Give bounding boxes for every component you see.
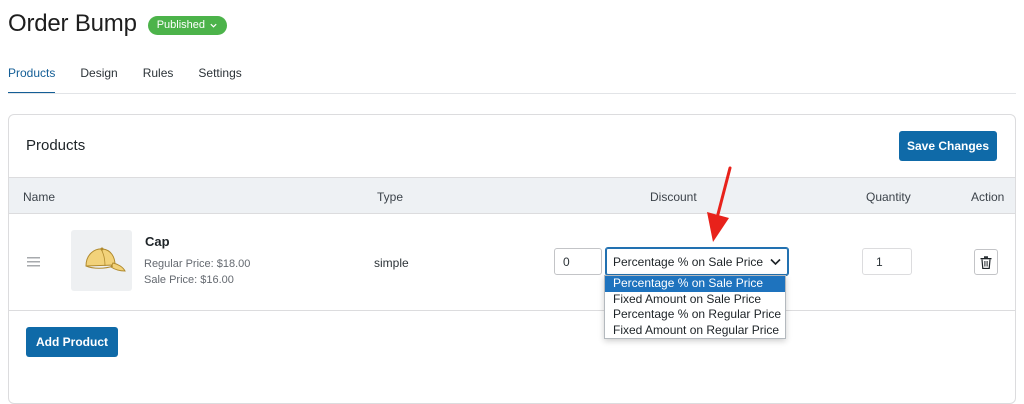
dropdown-option[interactable]: Percentage % on Regular Price <box>605 307 785 323</box>
status-badge[interactable]: Published <box>147 15 228 35</box>
status-badge-label: Published <box>156 19 206 31</box>
column-header-name: Name <box>23 190 56 204</box>
chevron-down-icon <box>210 23 217 28</box>
trash-icon <box>980 255 992 269</box>
tab-bar: Products Design Rules Settings <box>8 66 267 94</box>
tab-settings[interactable]: Settings <box>198 66 241 94</box>
regular-price: Regular Price: $18.00 <box>144 258 251 270</box>
drag-handle-icon[interactable] <box>27 257 40 267</box>
dropdown-option[interactable]: Fixed Amount on Sale Price <box>605 292 785 308</box>
discount-type-dropdown: Percentage % on Sale Price Fixed Amount … <box>604 275 786 339</box>
dropdown-option[interactable]: Fixed Amount on Regular Price <box>605 323 785 339</box>
column-header-discount: Discount <box>650 190 697 204</box>
chevron-down-icon <box>770 258 781 266</box>
table-header: Name Type Discount Quantity Action <box>9 177 1015 214</box>
tabs-divider <box>8 93 1016 94</box>
discount-type-select[interactable]: Percentage % on Sale Price <box>605 247 789 276</box>
page-header: Order Bump Published <box>8 10 228 38</box>
card-title: Products <box>26 137 86 154</box>
column-header-action: Action <box>971 190 1005 204</box>
save-changes-button[interactable]: Save Changes <box>899 131 997 161</box>
add-product-button[interactable]: Add Product <box>26 327 118 357</box>
discount-value-input[interactable]: 0 <box>554 248 602 275</box>
delete-button[interactable] <box>974 249 998 275</box>
tab-design[interactable]: Design <box>80 66 117 94</box>
column-header-quantity: Quantity <box>866 190 911 204</box>
sale-price: Sale Price: $16.00 <box>144 274 234 286</box>
cap-thumbnail <box>71 230 132 291</box>
dropdown-option[interactable]: Percentage % on Sale Price <box>605 276 785 292</box>
column-header-type: Type <box>377 190 404 204</box>
annotation-arrow-icon <box>707 166 732 242</box>
table-row: Cap Regular Price: $18.00 Sale Price: $1… <box>9 214 1015 311</box>
tab-rules[interactable]: Rules <box>143 66 174 94</box>
quantity-input[interactable]: 1 <box>862 248 912 275</box>
product-type: simple <box>374 256 409 270</box>
products-card: Products Save Changes Name Type Discount… <box>8 114 1016 404</box>
tab-products[interactable]: Products <box>8 66 56 94</box>
product-name: Cap <box>145 234 170 249</box>
page-title: Order Bump <box>8 10 137 37</box>
discount-type-value: Percentage % on Sale Price <box>613 255 764 269</box>
